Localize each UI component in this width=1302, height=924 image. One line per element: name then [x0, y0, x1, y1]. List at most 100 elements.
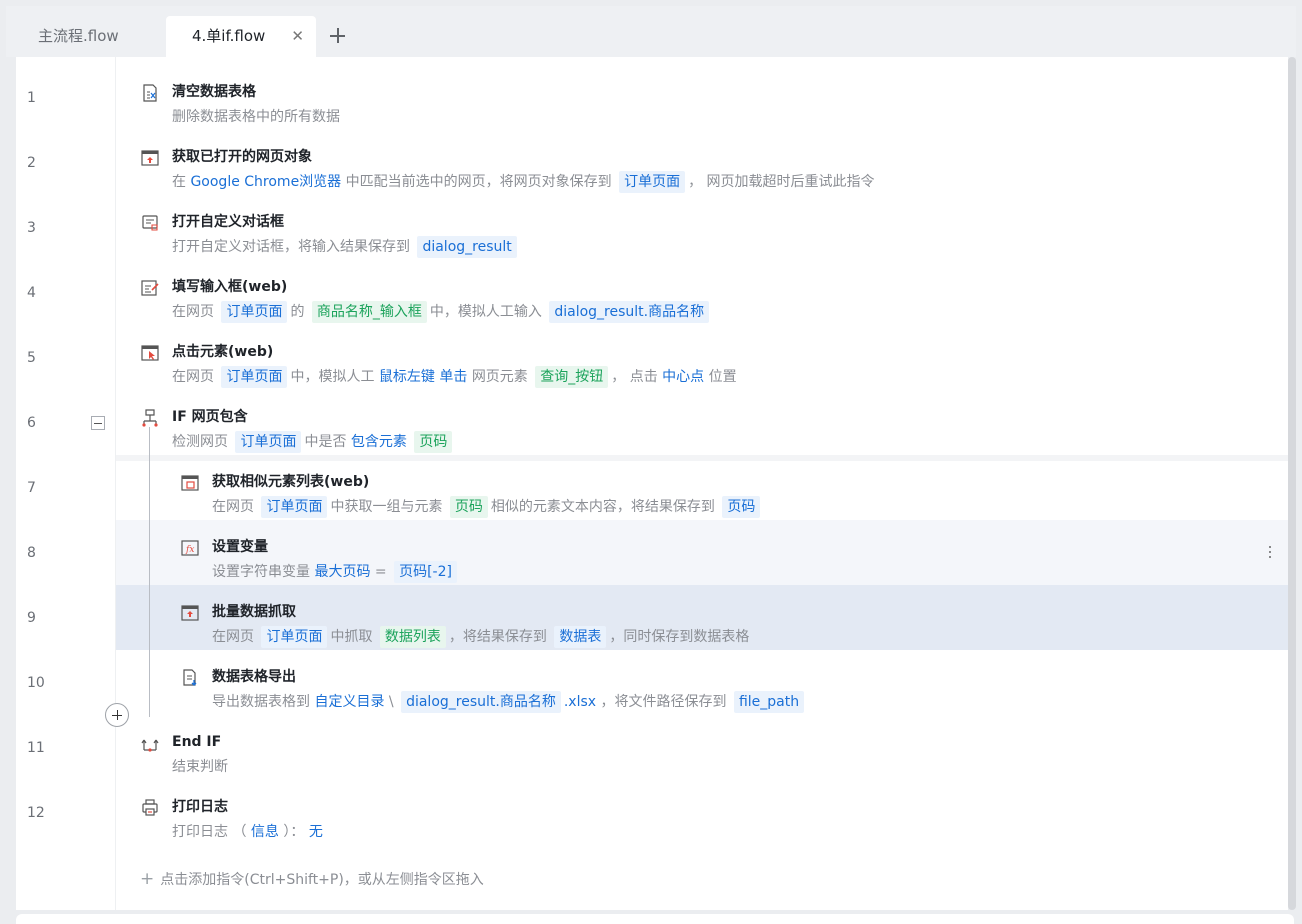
- if-block-guide: [149, 427, 150, 717]
- click-element-icon: [141, 345, 159, 361]
- tab-main-flow[interactable]: 主流程.flow: [38, 16, 119, 57]
- desc-text: 相似的元素文本内容，将结果保存到: [490, 499, 715, 515]
- command-row[interactable]: 点击元素(web) 在网页 订单页面 中，模拟人工 鼠标左键 单击 网页元素 查询…: [116, 325, 1288, 390]
- line-number: 5: [27, 350, 36, 366]
- variable-chip[interactable]: 订单页面: [619, 171, 686, 193]
- command-title: IF 网页包含: [172, 409, 248, 425]
- variable-chip[interactable]: 商品名称_输入框: [311, 301, 427, 323]
- command-row[interactable]: 填写输入框(web) 在网页 订单页面的 商品名称_输入框 中，模拟人工输入 di…: [116, 260, 1288, 325]
- command-row[interactable]: IF 网页包含 检测网页 订单页面 中是否 包含元素 页码: [116, 390, 1288, 455]
- variable-chip[interactable]: 订单页面: [261, 626, 328, 648]
- desc-text: 网页元素: [471, 369, 528, 385]
- variable-chip[interactable]: 数据列表: [379, 626, 446, 648]
- command-desc: 在 Google Chrome浏览器 中匹配当前选中的网页，将网页对象保存到 订…: [172, 171, 875, 193]
- desc-text: 在网页: [212, 499, 254, 515]
- similar-elements-icon: [181, 475, 199, 491]
- variable-chip[interactable]: 订单页面: [221, 301, 288, 323]
- command-title: 批量数据抓取: [212, 604, 296, 620]
- desc-text: 打印日志: [172, 824, 228, 840]
- variable-chip[interactable]: dialog_result.商品名称: [401, 691, 561, 713]
- command-row[interactable]: 获取相似元素列表(web) 在网页 订单页面 中获取一组与元素 页码 相似的元素文本…: [116, 455, 1288, 520]
- command-desc: 在网页 订单页面的 商品名称_输入框 中，模拟人工输入 dialog_result…: [172, 301, 712, 323]
- desc-text: 位置: [708, 369, 737, 385]
- desc-text: 在网页: [212, 629, 254, 645]
- desc-text: 删除数据表格中的所有数据: [172, 109, 340, 125]
- param-value[interactable]: 自定义目录: [314, 691, 384, 713]
- command-title: 打开自定义对话框: [172, 214, 284, 230]
- flow-editor: 1 2 3 4 5 6 7 8 9 10 11 12 清空数据表格 删除数据表格…: [16, 57, 1288, 910]
- param-value[interactable]: 单击: [439, 366, 467, 388]
- variable-chip[interactable]: 页码[-2]: [394, 561, 457, 583]
- command-desc: 结束判断: [172, 756, 228, 778]
- command-desc: 删除数据表格中的所有数据: [172, 106, 340, 128]
- add-tab-icon[interactable]: [325, 16, 349, 57]
- param-value[interactable]: 鼠标左键: [379, 366, 435, 388]
- line-number: 7: [27, 480, 36, 496]
- variable-chip[interactable]: 数据表: [554, 626, 607, 648]
- desc-text: ）：: [283, 824, 305, 840]
- desc-text: 中匹配当前选中的网页，将网页对象保存到: [345, 174, 612, 190]
- add-step-icon[interactable]: [105, 703, 129, 727]
- variable-chip[interactable]: 页码: [722, 496, 761, 518]
- variable-chip[interactable]: file_path: [733, 691, 805, 713]
- variable-chip[interactable]: dialog_result.商品名称: [549, 301, 710, 323]
- desc-text: （: [232, 824, 247, 840]
- variable-chip[interactable]: dialog_result: [417, 236, 517, 258]
- command-desc: 在网页 订单页面 中，模拟人工 鼠标左键 单击 网页元素 查询_按钮， 点击 中心…: [172, 366, 737, 388]
- scrollbar[interactable]: [1288, 57, 1296, 910]
- tab-active-label: 4.单if.flow: [192, 27, 266, 45]
- variable-chip[interactable]: 查询_按钮: [535, 366, 609, 388]
- command-title: 点击元素(web): [172, 344, 274, 360]
- desc-text: ，将结果保存到: [448, 629, 547, 645]
- desc-text: ，: [688, 174, 703, 190]
- variable-chip[interactable]: 订单页面: [221, 366, 288, 388]
- more-options-icon[interactable]: [1268, 546, 1272, 560]
- desc-text: 网页加载超时后重试此指令: [706, 174, 875, 190]
- param-value[interactable]: 中心点: [662, 366, 704, 388]
- bottom-panel-edge: [16, 914, 1294, 924]
- command-desc: 导出数据表格到 自定义目录 \ dialog_result.商品名称 .xlsx …: [212, 691, 807, 713]
- variable-chip[interactable]: 订单页面: [235, 431, 302, 453]
- add-command-hint[interactable]: + 点击添加指令(Ctrl+Shift+P)，或从左侧指令区拖入: [140, 869, 484, 889]
- add-hint-text: 点击添加指令(Ctrl+Shift+P)，或从左侧指令区拖入: [160, 872, 484, 888]
- command-title: 清空数据表格: [172, 84, 256, 100]
- browser-window-icon: [141, 150, 159, 166]
- desc-text: 中是否: [304, 434, 347, 450]
- param-value[interactable]: 信息: [251, 821, 279, 843]
- param-value[interactable]: .xlsx: [564, 691, 596, 713]
- variable-chip[interactable]: 页码: [449, 496, 488, 518]
- desc-text: 检测网页: [172, 434, 228, 450]
- command-row[interactable]: 数据表格导出 导出数据表格到 自定义目录 \ dialog_result.商品名…: [116, 650, 1288, 715]
- command-desc: 打开自定义对话框，将输入结果保存到 dialog_result: [172, 236, 520, 258]
- param-value[interactable]: Google Chrome浏览器: [190, 171, 341, 193]
- variable-chip[interactable]: 订单页面: [261, 496, 328, 518]
- tab-bar: 主流程.flow 4.单if.flow ✕: [6, 6, 1296, 57]
- desc-text: 在网页: [172, 304, 214, 320]
- tab-active-flow[interactable]: 4.单if.flow ✕: [166, 16, 316, 57]
- desc-text: 中获取一组与元素: [330, 499, 443, 515]
- close-icon[interactable]: ✕: [291, 16, 304, 57]
- param-value[interactable]: 包含元素: [351, 431, 407, 453]
- param-value[interactable]: 最大页码: [314, 561, 370, 583]
- desc-text: 打开自定义对话框，将输入结果保存到: [172, 239, 410, 255]
- command-row[interactable]: 打印日志 打印日志 （ 信息 ）： 无: [116, 780, 1288, 845]
- desc-text: 中，模拟人工: [290, 369, 375, 385]
- desc-text: ，: [611, 369, 626, 385]
- command-row[interactable]: 打开自定义对话框 打开自定义对话框，将输入结果保存到 dialog_result: [116, 195, 1288, 260]
- command-row[interactable]: End IF 结束判断: [116, 715, 1288, 780]
- command-row[interactable]: fx 设置变量 设置字符串变量 最大页码 = 页码[-2]: [116, 520, 1288, 585]
- edit-input-icon: [141, 280, 159, 296]
- command-row[interactable]: 清空数据表格 删除数据表格中的所有数据: [116, 65, 1288, 130]
- line-number: 6: [27, 415, 36, 431]
- command-desc: 打印日志 （ 信息 ）： 无: [172, 821, 323, 843]
- param-value[interactable]: 无: [309, 821, 323, 843]
- command-title: 打印日志: [172, 799, 228, 815]
- command-desc: 检测网页 订单页面 中是否 包含元素 页码: [172, 431, 455, 453]
- command-desc: 设置字符串变量 最大页码 = 页码[-2]: [212, 561, 460, 583]
- desc-text: 在网页: [172, 369, 214, 385]
- command-row[interactable]: 批量数据抓取 在网页 订单页面 中抓取 数据列表 ，将结果保存到 数据表 ，同时保存到…: [116, 585, 1288, 650]
- command-row[interactable]: 获取已打开的网页对象 在 Google Chrome浏览器 中匹配当前选中的网页…: [116, 130, 1288, 195]
- variable-chip[interactable]: 页码: [414, 431, 453, 453]
- desc-text: ，将文件路径保存到: [600, 694, 727, 710]
- collapse-toggle[interactable]: [91, 416, 105, 430]
